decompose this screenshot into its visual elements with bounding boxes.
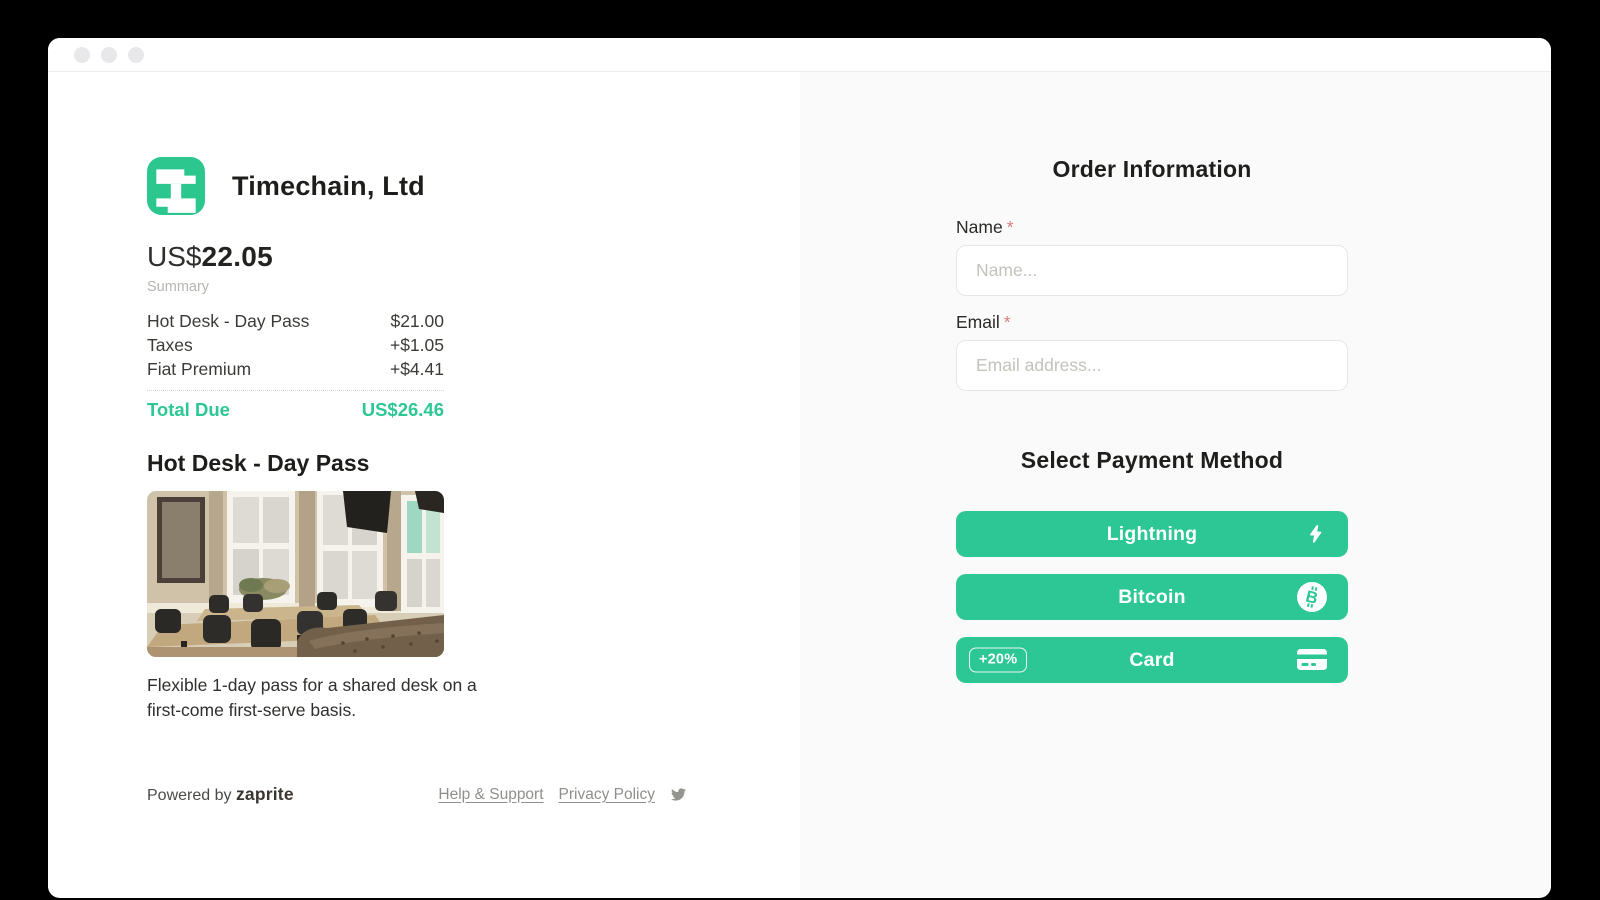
items-separator	[147, 390, 444, 391]
bitcoin-icon: B	[1297, 582, 1327, 612]
merchant-name: Timechain, Ltd	[232, 171, 425, 202]
credit-card-icon	[1297, 648, 1327, 672]
amount-value: 22.05	[201, 241, 273, 272]
invoice-amount: US$22.05	[147, 241, 800, 273]
card-button-label: Card	[1129, 649, 1174, 672]
powered-by: Powered by zaprite	[147, 784, 294, 805]
order-form: Order Information Name* Email* Select Pa…	[956, 156, 1348, 683]
order-panel: Order Information Name* Email* Select Pa…	[800, 72, 1551, 897]
window-control-close[interactable]	[74, 47, 90, 63]
twitter-icon[interactable]	[670, 787, 687, 802]
checkout-page: Timechain, Ltd US$22.05 Summary Hot Desk…	[48, 72, 1551, 897]
product-image	[147, 491, 444, 657]
browser-window: Timechain, Ltd US$22.05 Summary Hot Desk…	[48, 38, 1551, 898]
lightning-bolt-icon	[1305, 522, 1327, 546]
total-due-value: US$26.46	[362, 399, 444, 421]
name-label: Name*	[956, 217, 1348, 238]
line-item: Hot Desk - Day Pass $21.00	[147, 309, 444, 333]
summary-label: Summary	[147, 279, 800, 295]
bitcoin-button-label: Bitcoin	[1118, 586, 1185, 609]
line-item-value: +$1.05	[390, 333, 444, 357]
email-label: Email*	[956, 312, 1348, 333]
line-items: Hot Desk - Day Pass $21.00 Taxes +$1.05 …	[147, 309, 444, 381]
window-control-minimize[interactable]	[101, 47, 117, 63]
total-due-label: Total Due	[147, 399, 230, 421]
email-input[interactable]	[956, 340, 1348, 391]
titlebar	[48, 38, 1551, 72]
line-item-label: Hot Desk - Day Pass	[147, 309, 309, 333]
required-asterisk: *	[1004, 312, 1011, 332]
product-title: Hot Desk - Day Pass	[147, 450, 800, 477]
line-item-value: $21.00	[390, 309, 444, 333]
card-surcharge-badge: +20%	[969, 648, 1027, 673]
window-control-maximize[interactable]	[128, 47, 144, 63]
currency-prefix: US$	[147, 241, 201, 272]
merchant-logo-icon	[147, 157, 205, 215]
line-item-label: Taxes	[147, 333, 193, 357]
help-support-link[interactable]: Help & Support	[438, 786, 543, 804]
invoice-panel: Timechain, Ltd US$22.05 Summary Hot Desk…	[48, 72, 800, 897]
product-description: Flexible 1-day pass for a shared desk on…	[147, 673, 499, 722]
page-footer: Powered by zaprite Help & Support Privac…	[147, 784, 687, 805]
footer-links: Help & Support Privacy Policy	[438, 786, 687, 804]
line-item: Taxes +$1.05	[147, 333, 444, 357]
zaprite-wordmark: zaprite	[236, 784, 294, 804]
card-button[interactable]: +20% Card	[956, 637, 1348, 683]
required-asterisk: *	[1007, 217, 1014, 237]
privacy-policy-link[interactable]: Privacy Policy	[559, 786, 655, 804]
payment-method-title: Select Payment Method	[956, 447, 1348, 474]
lightning-button-label: Lightning	[1107, 523, 1198, 546]
merchant-header: Timechain, Ltd	[147, 157, 800, 215]
bitcoin-button[interactable]: Bitcoin B	[956, 574, 1348, 620]
name-input[interactable]	[956, 245, 1348, 296]
line-item-value: +$4.41	[390, 357, 444, 381]
line-item-label: Fiat Premium	[147, 357, 251, 381]
powered-by-label: Powered by	[147, 787, 232, 804]
lightning-button[interactable]: Lightning	[956, 511, 1348, 557]
line-item: Fiat Premium +$4.41	[147, 357, 444, 381]
total-due-row: Total Due US$26.46	[147, 399, 444, 421]
order-info-title: Order Information	[956, 156, 1348, 183]
